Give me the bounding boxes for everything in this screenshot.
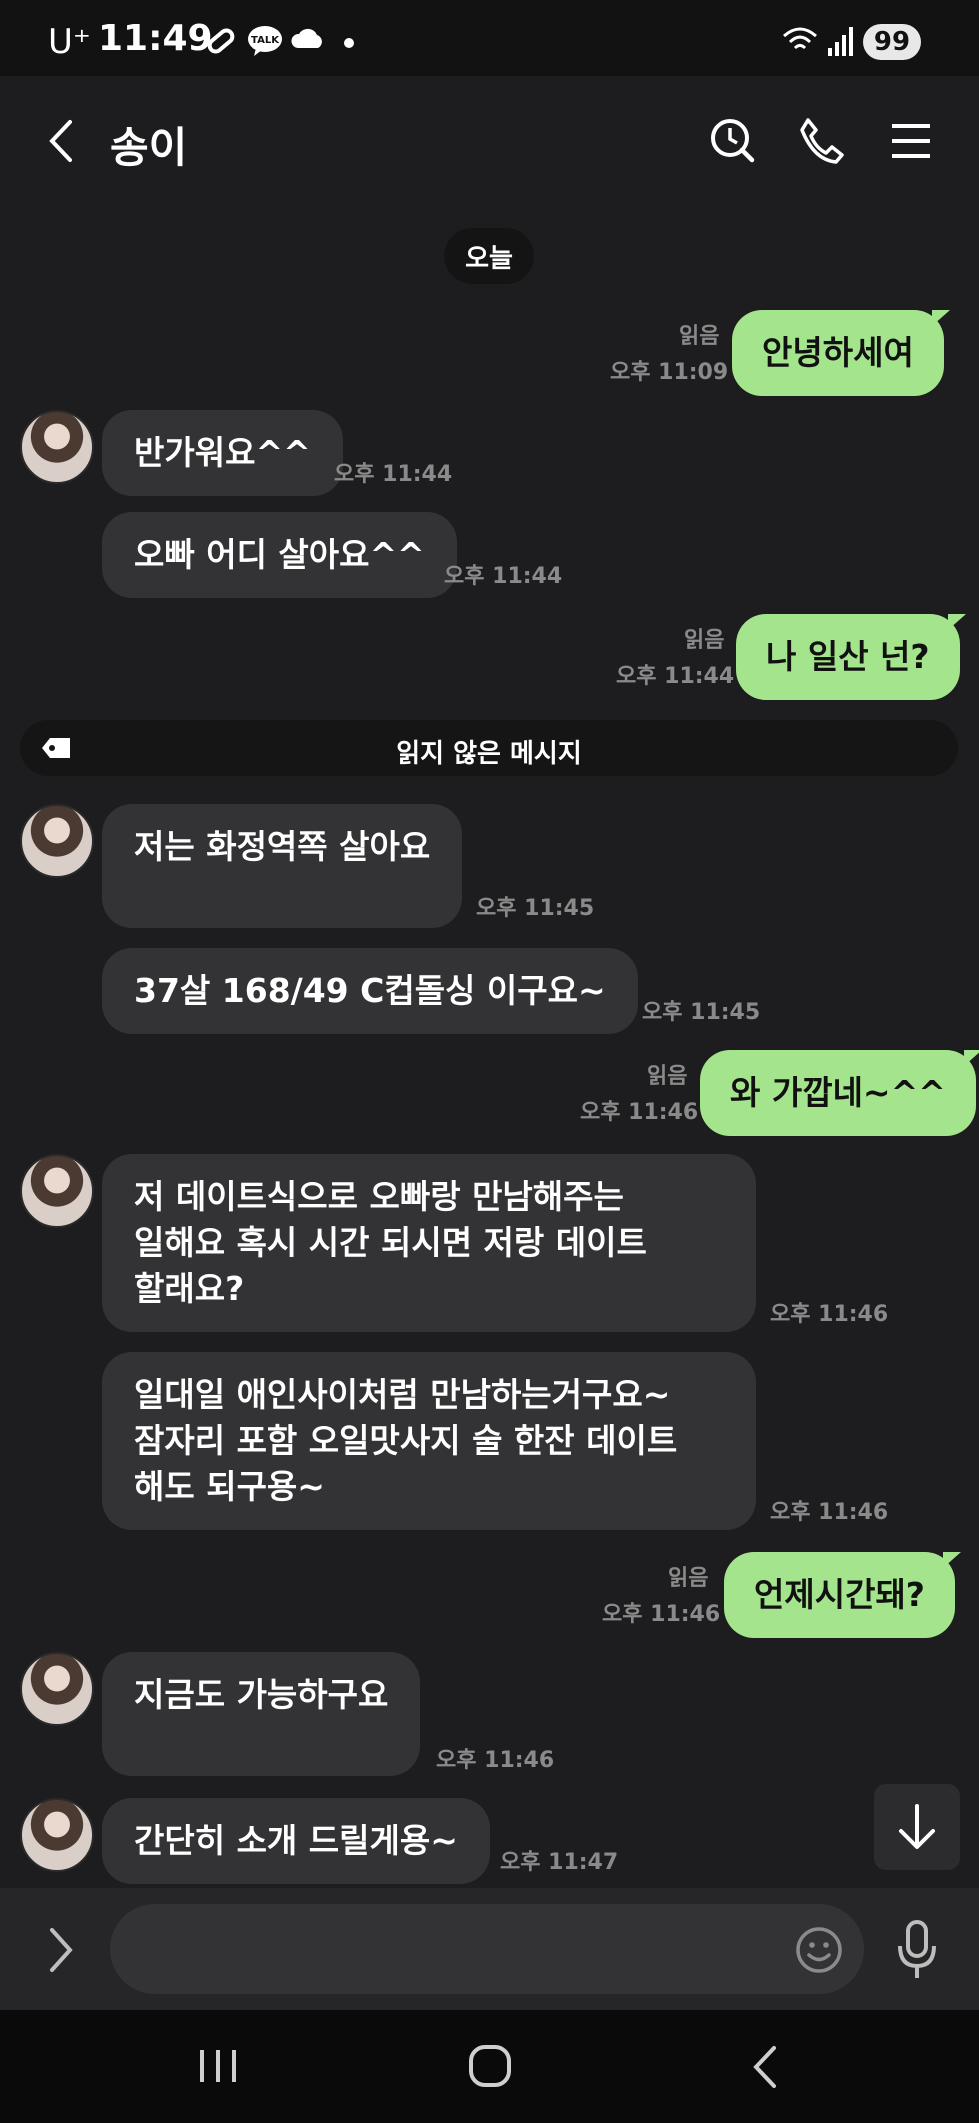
- home-icon[interactable]: [468, 2044, 512, 2088]
- chat-title: 송이: [110, 123, 188, 172]
- microphone-icon[interactable]: [894, 1920, 940, 1980]
- message-line: 해도 되구용~: [134, 1467, 325, 1506]
- talk-icon: TALK: [248, 26, 282, 56]
- incoming-message[interactable]: 지금도 가능하구요: [102, 1652, 421, 1776]
- read-indicator: 읽음: [647, 1064, 688, 1089]
- avatar[interactable]: [20, 804, 94, 878]
- system-nav-bar: [0, 2010, 979, 2123]
- message-time: 오후 11:46: [770, 1500, 889, 1525]
- date-divider: 오늘: [444, 228, 534, 284]
- signal-icon: [828, 27, 853, 56]
- message-time: 오후 11:44: [334, 462, 453, 487]
- message-line: 잠자리 포함 오일맛사지 술 한잔 데이트: [134, 1421, 678, 1460]
- nav-back-icon[interactable]: [748, 2044, 782, 2090]
- carrier-label: U⁺: [48, 22, 91, 62]
- avatar[interactable]: [20, 1798, 94, 1872]
- outgoing-message[interactable]: 안녕하세여: [732, 310, 950, 396]
- cloud-icon: [291, 28, 322, 48]
- arrow-down-icon: [899, 1804, 935, 1849]
- dot-icon: [344, 38, 354, 48]
- message-time: 오후 11:44: [616, 664, 735, 689]
- message-line: 일해요 혹시 시간 되시면 저랑 데이트: [134, 1223, 647, 1262]
- emoji-icon[interactable]: [794, 1925, 844, 1975]
- incoming-message[interactable]: 반가워요^^: [102, 410, 343, 496]
- message-time: 오후 11:47: [500, 1850, 619, 1875]
- message-time: 오후 11:45: [642, 1000, 761, 1025]
- recents-icon[interactable]: [196, 2046, 242, 2086]
- message-line: 저 데이트식으로 오빠랑 만남해주는: [134, 1177, 624, 1216]
- read-indicator: 읽음: [668, 1566, 709, 1591]
- wifi-icon: [783, 27, 817, 50]
- unread-label: 읽지 않은 메시지: [396, 739, 582, 769]
- message-input[interactable]: [110, 1904, 864, 1994]
- message-time: 오후 11:46: [580, 1100, 699, 1125]
- chat-header: 송이: [0, 76, 979, 206]
- incoming-message[interactable]: 37살 168/49 C컵돌싱 이구요~: [102, 948, 638, 1034]
- read-indicator: 읽음: [679, 324, 720, 349]
- status-bar: U⁺ 11:49 TALK 99: [0, 0, 979, 76]
- incoming-message[interactable]: 저는 화정역쪽 살아요: [102, 804, 463, 928]
- outgoing-message[interactable]: 나 일산 넌?: [736, 614, 966, 700]
- incoming-message[interactable]: 저 데이트식으로 오빠랑 만남해주는 일해요 혹시 시간 되시면 저랑 데이트 …: [102, 1154, 756, 1332]
- message-line: 할래요?: [134, 1269, 245, 1308]
- svg-text:TALK: TALK: [251, 35, 280, 46]
- incoming-message[interactable]: 오빠 어디 살아요^^: [102, 512, 457, 598]
- message-time: 오후 11:44: [444, 564, 563, 589]
- expand-icon[interactable]: [46, 1926, 76, 1974]
- pill-icon: [207, 28, 235, 54]
- message-input-bar: [0, 1888, 979, 2010]
- message-time: 오후 11:46: [602, 1602, 721, 1627]
- avatar[interactable]: [20, 410, 94, 484]
- phone-icon[interactable]: [798, 116, 844, 166]
- incoming-message[interactable]: 간단히 소개 드릴게용~: [102, 1798, 490, 1884]
- outgoing-message[interactable]: 와 가깝네~^^: [700, 1050, 979, 1136]
- message-time: 오후 11:09: [610, 360, 729, 385]
- message-time: 오후 11:45: [476, 896, 595, 921]
- avatar[interactable]: [20, 1652, 94, 1726]
- outgoing-message[interactable]: 언제시간돼?: [724, 1552, 961, 1638]
- message-time: 오후 11:46: [770, 1302, 889, 1327]
- battery-indicator: 99: [863, 24, 921, 60]
- scroll-to-bottom-button[interactable]: [874, 1784, 960, 1870]
- message-time: 오후 11:46: [436, 1748, 555, 1773]
- status-time: 11:49: [98, 18, 213, 59]
- message-line: 일대일 애인사이처럼 만남하는거구요~: [134, 1375, 671, 1414]
- avatar[interactable]: [20, 1154, 94, 1228]
- menu-icon[interactable]: [890, 116, 932, 166]
- incoming-message[interactable]: 일대일 애인사이처럼 만남하는거구요~ 잠자리 포함 오일맛사지 술 한잔 데이…: [102, 1352, 756, 1530]
- back-icon[interactable]: [44, 116, 78, 166]
- read-indicator: 읽음: [684, 628, 725, 653]
- unread-divider: 읽지 않은 메시지: [20, 720, 958, 776]
- search-icon[interactable]: [708, 116, 756, 166]
